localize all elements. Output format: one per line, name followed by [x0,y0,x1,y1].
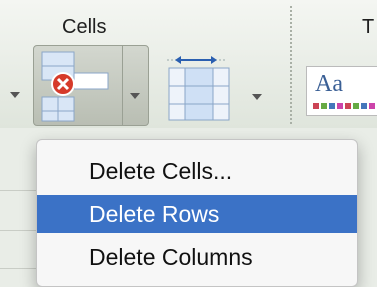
styles-aa-text: Aa [315,71,343,97]
sheet-row-line [0,230,40,231]
delete-dropdown-arrow-icon[interactable] [130,93,140,99]
group-divider [290,6,292,124]
menu-item-delete-columns[interactable]: Delete Columns [37,238,357,276]
sheet-row-line [0,268,40,269]
format-dropdown-arrow-icon[interactable] [252,94,262,100]
menu-item-delete-cells[interactable]: Delete Cells... [37,152,357,190]
split-separator [122,46,123,125]
themes-group-label: T [362,16,375,38]
delete-dropdown-menu: Delete Cells... Delete Rows Delete Colum… [36,139,358,287]
ribbon: Cells T Aa [0,0,377,128]
sheet-row-line [0,190,40,191]
cells-group-label: Cells [62,16,107,38]
style-swatches [313,103,377,109]
menu-item-delete-rows[interactable]: Delete Rows [37,195,357,233]
delete-cells-icon [41,51,109,122]
delete-cells-split-button[interactable] [33,45,149,126]
insert-dropdown-arrow-icon[interactable] [10,92,20,98]
format-cells-icon[interactable] [161,54,241,126]
cell-styles-icon[interactable]: Aa [306,66,377,116]
